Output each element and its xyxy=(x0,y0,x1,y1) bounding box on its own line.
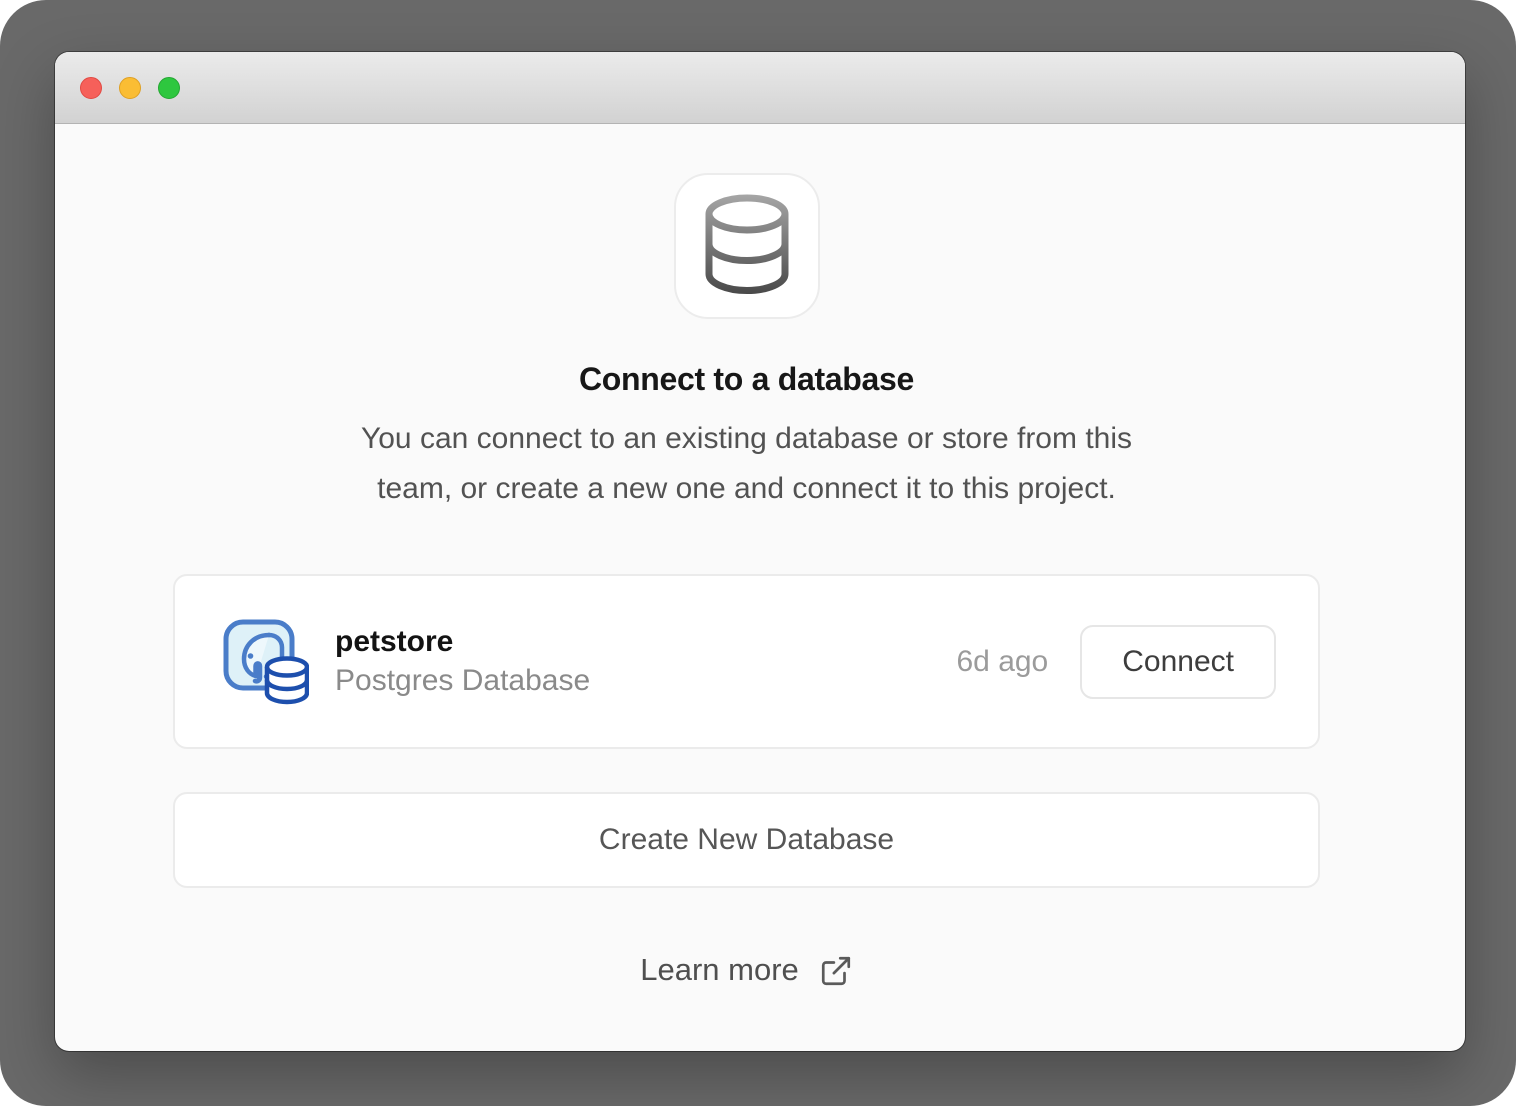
external-link-icon xyxy=(819,954,853,988)
dialog-title: Connect to a database xyxy=(173,361,1320,398)
database-row-meta: 6d ago Connect xyxy=(956,625,1276,699)
learn-more-label: Learn more xyxy=(640,952,799,988)
database-row-text: petstore Postgres Database xyxy=(335,623,590,701)
last-used-timestamp: 6d ago xyxy=(956,645,1048,679)
learn-more-link[interactable]: Learn more xyxy=(640,952,853,988)
dialog-description-line2: team, or create a new one and connect it… xyxy=(173,464,1320,514)
zoom-button[interactable] xyxy=(158,77,180,99)
database-row: petstore Postgres Database 6d ago Connec… xyxy=(173,574,1320,749)
postgres-database-icon xyxy=(223,619,309,705)
connect-database-dialog: Connect to a database You can connect to… xyxy=(173,173,1320,988)
database-name: petstore xyxy=(335,623,590,661)
close-button[interactable] xyxy=(80,77,102,99)
database-type: Postgres Database xyxy=(335,661,590,701)
minimize-button[interactable] xyxy=(119,77,141,99)
dialog-description-line1: You can connect to an existing database … xyxy=(173,414,1320,464)
dialog-window: Connect to a database You can connect to… xyxy=(55,52,1465,1051)
create-new-database-button[interactable]: Create New Database xyxy=(173,792,1320,888)
window-titlebar[interactable] xyxy=(55,52,1465,124)
database-icon xyxy=(699,192,795,301)
connect-button[interactable]: Connect xyxy=(1080,625,1276,699)
screen-backdrop: Connect to a database You can connect to… xyxy=(0,0,1516,1106)
dialog-description: You can connect to an existing database … xyxy=(173,414,1320,514)
database-icon-tile xyxy=(674,173,820,319)
